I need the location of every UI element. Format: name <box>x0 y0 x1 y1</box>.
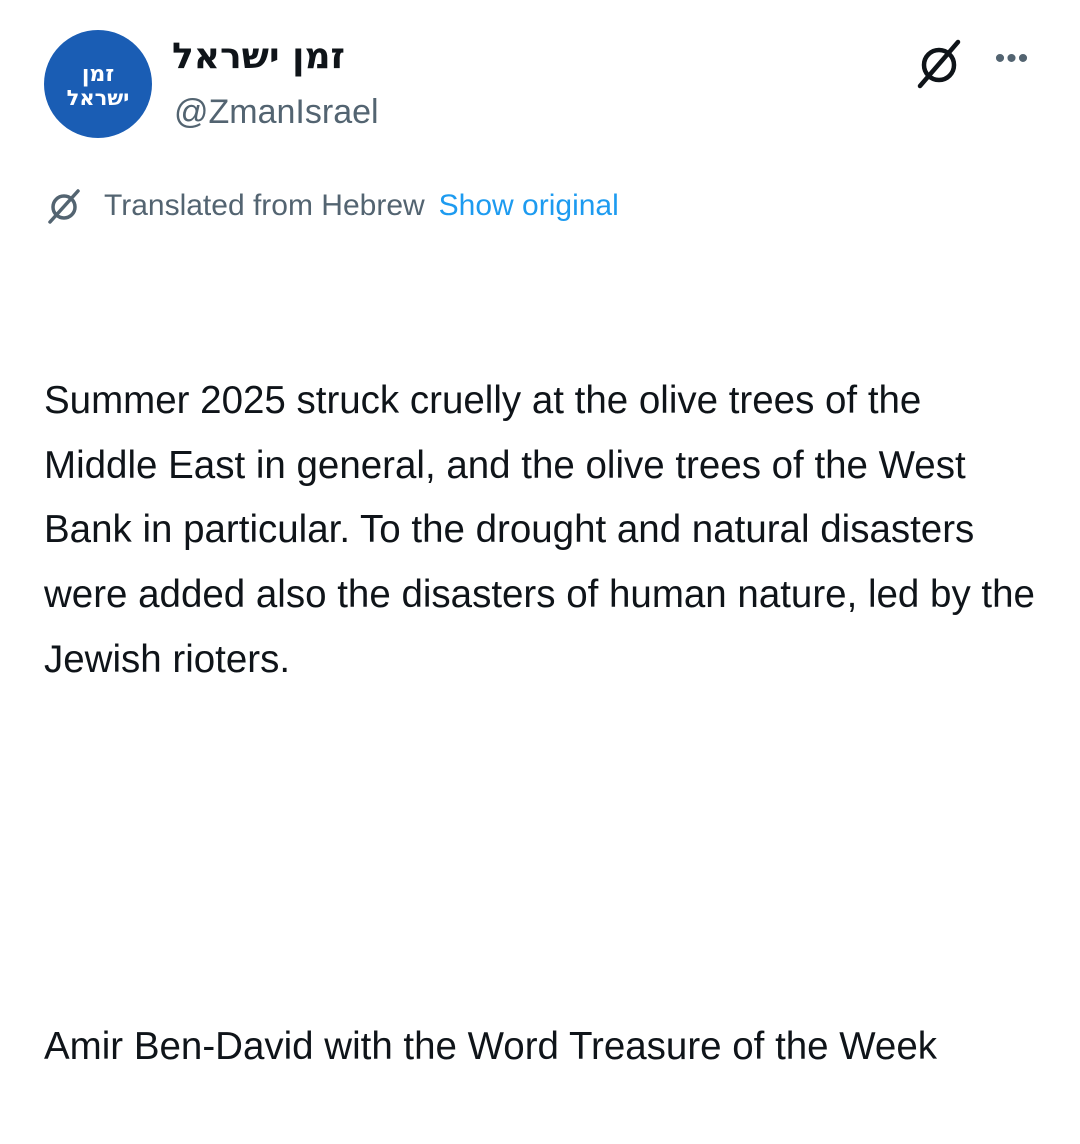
display-name[interactable]: זמן ישראל <box>172 36 345 77</box>
grok-icon[interactable] <box>912 36 966 90</box>
tweet-text: Summer 2025 struck cruelly at the olive … <box>44 240 1044 1144</box>
user-handle[interactable]: @ZmanIsrael <box>174 93 379 132</box>
avatar[interactable]: זמן ישראל <box>44 30 152 138</box>
grok-icon <box>48 189 80 224</box>
avatar-line-2: ישראל <box>66 85 130 110</box>
tweet-paragraph: Summer 2025 struck cruelly at the olive … <box>44 379 1046 681</box>
avatar-line-1: זמן <box>81 61 115 87</box>
tweet-paragraph: Amir Ben-David with the Word Treasure of… <box>44 1025 938 1069</box>
translated-from-label: Translated from Hebrew <box>104 189 425 222</box>
show-original-link[interactable]: Show original <box>439 189 619 223</box>
translation-bar: Translated from Hebrew Show original <box>44 186 619 226</box>
more-icon[interactable]: ••• <box>990 42 1034 75</box>
